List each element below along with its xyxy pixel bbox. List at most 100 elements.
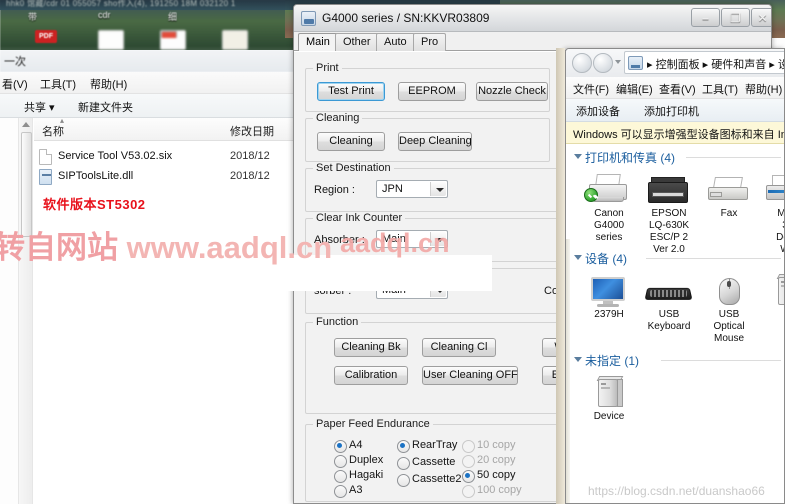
set-destination-legend: Set Destination (313, 162, 394, 174)
device-item-mouse[interactable]: USB Optical Mouse (700, 271, 758, 345)
service-tool-title-bar[interactable]: G4000 series / SN:KKVR03809 – ❐ ✕ (294, 5, 771, 32)
tab-pro[interactable]: Pro (413, 33, 447, 51)
desktop-file-icon-3[interactable] (160, 30, 186, 50)
region-select[interactable]: JPN (376, 180, 448, 198)
explorer-scrollbar[interactable] (18, 118, 33, 504)
radio-a3[interactable]: A3 (334, 484, 362, 498)
column-header-date[interactable]: 修改日期 (230, 123, 274, 139)
table-row[interactable]: SIPToolsLite.dll 2018/12 (34, 167, 296, 187)
devices-content-area: 打印机和传真 (4) Canon G4000 series EPSON LQ-6… (566, 144, 784, 503)
maximize-button[interactable]: ❐ (721, 8, 750, 27)
add-device-button[interactable]: 添加设备 (576, 103, 620, 119)
fax-icon (700, 170, 758, 206)
add-printer-button[interactable]: 添加打印机 (644, 103, 699, 119)
recent-pages-chevron-icon[interactable] (615, 60, 621, 64)
device-label-line1: EPSON (651, 208, 687, 219)
section-header-unspecified[interactable]: 未指定 (1) (566, 351, 784, 369)
info-bar-text: Windows 可以显示增强型设备图标和来自 Interne (573, 129, 784, 141)
generic-device-icon (760, 271, 784, 307)
region-value: JPN (382, 183, 403, 195)
breadcrumb[interactable]: ▸ 控制面板 ▸ 硬件和声音 ▸ 设 (624, 51, 785, 74)
epson-printer-icon (640, 170, 698, 206)
control-panel-menu-bar: 文件(F) 编辑(E) 查看(V) 工具(T) 帮助(H) (566, 77, 784, 99)
tab-auto[interactable]: Auto (376, 33, 415, 51)
radio-duplex[interactable]: Duplex (334, 454, 383, 468)
explorer-menu-view[interactable]: 看(V) (2, 76, 28, 92)
generic-device-icon (580, 373, 638, 409)
menu-view[interactable]: 查看(V) (659, 81, 696, 97)
device-label-line2: LQ-630K (648, 220, 690, 231)
menu-edit[interactable]: 编辑(E) (616, 81, 653, 97)
tab-other[interactable]: Other (335, 33, 379, 51)
radio-cassette[interactable]: Cassette (397, 456, 455, 470)
watermark-site-cn: 转自网站 (0, 230, 127, 265)
section-header-printers[interactable]: 打印机和传真 (4) (566, 148, 784, 166)
radio-20-copy[interactable]: 20 copy (462, 454, 516, 468)
device-item-microsoft-xps[interactable]: Mic 3 Doc W (756, 170, 784, 256)
device-label-line3: series (595, 232, 623, 243)
device-item-device[interactable]: Device (580, 373, 638, 423)
desktop-file-icon-4[interactable] (222, 30, 248, 50)
scroll-up-arrow-icon[interactable] (22, 122, 30, 127)
nozzle-check-button[interactable]: Nozzle Check (476, 82, 548, 101)
radio-cassette2[interactable]: Cassette2 (397, 473, 462, 487)
dll-icon (39, 169, 52, 185)
radio-a4[interactable]: A4 (334, 439, 362, 453)
pdf-file-icon[interactable]: PDF (35, 30, 57, 43)
info-bar[interactable]: Windows 可以显示增强型设备图标和来自 Interne (566, 122, 784, 144)
radio-100-copy[interactable]: 100 copy (462, 484, 522, 498)
explorer-address-bar[interactable]: 一次 (0, 50, 296, 72)
device-item-partial[interactable]: P (760, 271, 784, 321)
device-item-monitor[interactable]: 2379H (580, 271, 638, 321)
desktop-file-icon-2[interactable] (98, 30, 124, 50)
breadcrumb-text: ▸ 控制面板 ▸ 硬件和声音 ▸ 设 (647, 59, 785, 71)
explorer-nav-pane (0, 118, 18, 504)
xps-printer-icon (756, 170, 784, 206)
device-item-keyboard[interactable]: USB Keyboard (640, 271, 698, 333)
forward-button[interactable] (593, 53, 613, 73)
window-edge-shadow (556, 48, 565, 504)
device-label-line3: Mouse (713, 333, 744, 344)
column-header-name[interactable]: 名称 (42, 123, 64, 139)
file-date: 2018/12 (230, 170, 270, 182)
test-print-button[interactable]: Test Print (317, 82, 385, 101)
device-item-fax[interactable]: Fax (700, 170, 758, 220)
cleaning-cl-button[interactable]: Cleaning Cl (422, 338, 496, 357)
radio-50-copy[interactable]: 50 copy (462, 469, 516, 483)
section-header-devices[interactable]: 设备 (4) (566, 249, 784, 267)
minimize-icon: – (702, 11, 709, 25)
radio-10-copy[interactable]: 10 copy (462, 439, 516, 453)
menu-file[interactable]: 文件(F) (573, 81, 609, 97)
table-row[interactable]: Service Tool V53.02.six 2018/12 (34, 147, 296, 167)
collapse-triangle-icon[interactable] (574, 154, 582, 159)
collapse-triangle-icon[interactable] (574, 255, 582, 260)
back-button[interactable] (572, 53, 592, 73)
minimize-button[interactable]: – (691, 8, 720, 27)
keyboard-icon (640, 271, 698, 307)
device-label-line1: Canon (594, 208, 624, 219)
cleaning-bk-button[interactable]: Cleaning Bk (334, 338, 408, 357)
explorer-share-button[interactable]: 共享 ▾ (24, 99, 55, 115)
menu-tools[interactable]: 工具(T) (702, 81, 738, 97)
user-cleaning-off-button[interactable]: User Cleaning OFF (422, 366, 518, 385)
eeprom-button[interactable]: EEPROM (398, 82, 466, 101)
chevron-down-icon[interactable] (430, 182, 446, 196)
device-label-line2: G4000 (593, 220, 625, 231)
calibration-button[interactable]: Calibration (334, 366, 408, 385)
watermark-overlay-text: aadql.cn (340, 228, 450, 258)
menu-help[interactable]: 帮助(H) (745, 81, 782, 97)
explorer-new-folder-button[interactable]: 新建文件夹 (78, 99, 133, 115)
close-icon: ✕ (757, 11, 768, 25)
radio-hagaki[interactable]: Hagaki (334, 469, 383, 483)
radio-reartray[interactable]: RearTray (397, 439, 457, 453)
collapse-triangle-icon[interactable] (574, 357, 582, 362)
explorer-menu-help[interactable]: 帮助(H) (90, 76, 127, 92)
device-item-epson[interactable]: EPSON LQ-630K ESC/P 2 Ver 2.0 (640, 170, 698, 256)
deep-cleaning-button[interactable]: Deep Cleaning (398, 132, 472, 151)
close-button[interactable]: ✕ (751, 8, 771, 27)
cleaning-button[interactable]: Cleaning (317, 132, 385, 151)
device-item-canon[interactable]: Canon G4000 series (580, 170, 638, 244)
tab-main[interactable]: Main (298, 33, 338, 51)
device-label-line1: Device (593, 411, 625, 422)
explorer-menu-tools[interactable]: 工具(T) (40, 76, 76, 92)
